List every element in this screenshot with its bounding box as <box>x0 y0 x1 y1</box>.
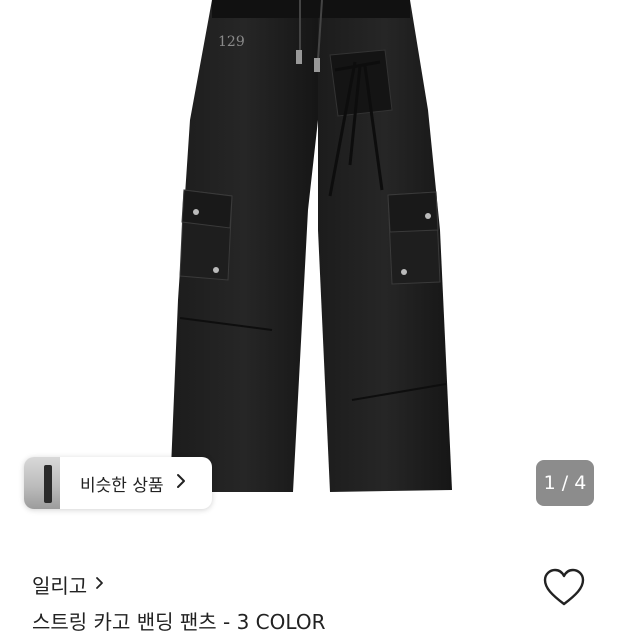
heart-outline-icon[interactable] <box>542 568 586 612</box>
chevron-right-icon <box>176 473 186 493</box>
product-title: 스트링 카고 밴딩 팬츠 - 3 COLOR <box>32 610 326 634</box>
similar-products-label: 비슷한 상품 <box>80 475 164 496</box>
waistband <box>212 0 410 18</box>
similar-products-button[interactable]: 비슷한 상품 <box>24 457 212 509</box>
image-page-indicator: 1 / 4 <box>536 460 594 506</box>
chevron-right-icon <box>95 575 104 594</box>
brand-link[interactable]: 일리고 <box>32 570 104 599</box>
brand-logo-mark: 129 <box>218 34 245 50</box>
similar-product-thumbnail <box>24 457 60 509</box>
brand-name: 일리고 <box>32 574 88 598</box>
